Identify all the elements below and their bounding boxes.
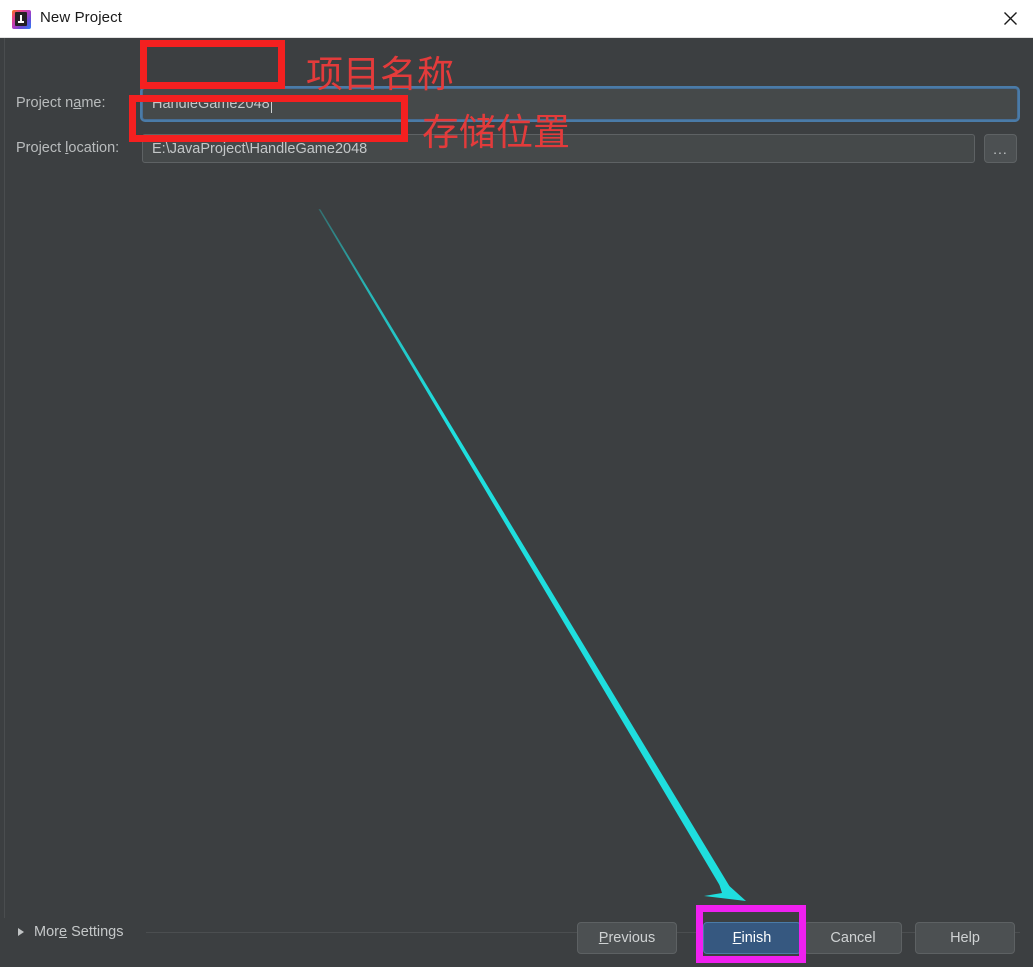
project-name-value: HandleGame2048 bbox=[152, 96, 270, 112]
more-settings-toggle[interactable]: More Settings bbox=[18, 922, 123, 942]
help-button[interactable]: Help bbox=[915, 922, 1015, 954]
browse-location-button[interactable]: ... bbox=[984, 134, 1017, 163]
more-settings-label: More Settings bbox=[34, 924, 123, 940]
help-button-label: Help bbox=[950, 930, 980, 946]
ellipsis-icon: ... bbox=[993, 140, 1008, 157]
text-caret bbox=[270, 95, 272, 113]
project-name-input[interactable]: HandleGame2048 bbox=[142, 88, 1018, 120]
title-bar: New Project bbox=[0, 0, 1033, 38]
more-settings-suffix: Settings bbox=[67, 924, 124, 940]
previous-button[interactable]: Previous bbox=[577, 922, 677, 954]
finish-button-mnemonic: F bbox=[732, 930, 742, 946]
window-title: New Project bbox=[40, 9, 122, 26]
left-edge-divider bbox=[4, 38, 5, 918]
project-name-label: Project name: bbox=[16, 95, 105, 111]
cancel-button-label: Cancel bbox=[830, 930, 876, 946]
cancel-button[interactable]: Cancel bbox=[804, 922, 902, 954]
project-location-input[interactable]: E:\JavaProject\HandleGame2048 bbox=[142, 134, 975, 163]
new-project-dialog: New Project Project name: HandleGame2048… bbox=[0, 0, 1033, 967]
previous-button-suffix: revious bbox=[608, 930, 656, 946]
previous-button-mnemonic: P bbox=[598, 930, 609, 946]
project-location-label: Project location: bbox=[16, 140, 119, 156]
project-location-label-prefix: Project bbox=[16, 140, 66, 156]
intellij-idea-icon bbox=[12, 10, 31, 29]
dialog-body: Project name: HandleGame2048 Project loc… bbox=[0, 38, 1033, 967]
project-name-label-suffix: me: bbox=[81, 95, 106, 111]
project-location-label-suffix: ocation: bbox=[68, 140, 120, 156]
chevron-right-icon bbox=[18, 928, 24, 936]
finish-button[interactable]: Finish bbox=[703, 922, 801, 954]
more-settings-mnemonic: e bbox=[58, 924, 68, 940]
finish-button-suffix: inish bbox=[741, 930, 772, 946]
project-location-value: E:\JavaProject\HandleGame2048 bbox=[152, 140, 368, 157]
more-settings-prefix: Mor bbox=[34, 924, 59, 940]
close-icon[interactable] bbox=[987, 0, 1033, 37]
project-name-label-prefix: Project n bbox=[16, 95, 74, 111]
